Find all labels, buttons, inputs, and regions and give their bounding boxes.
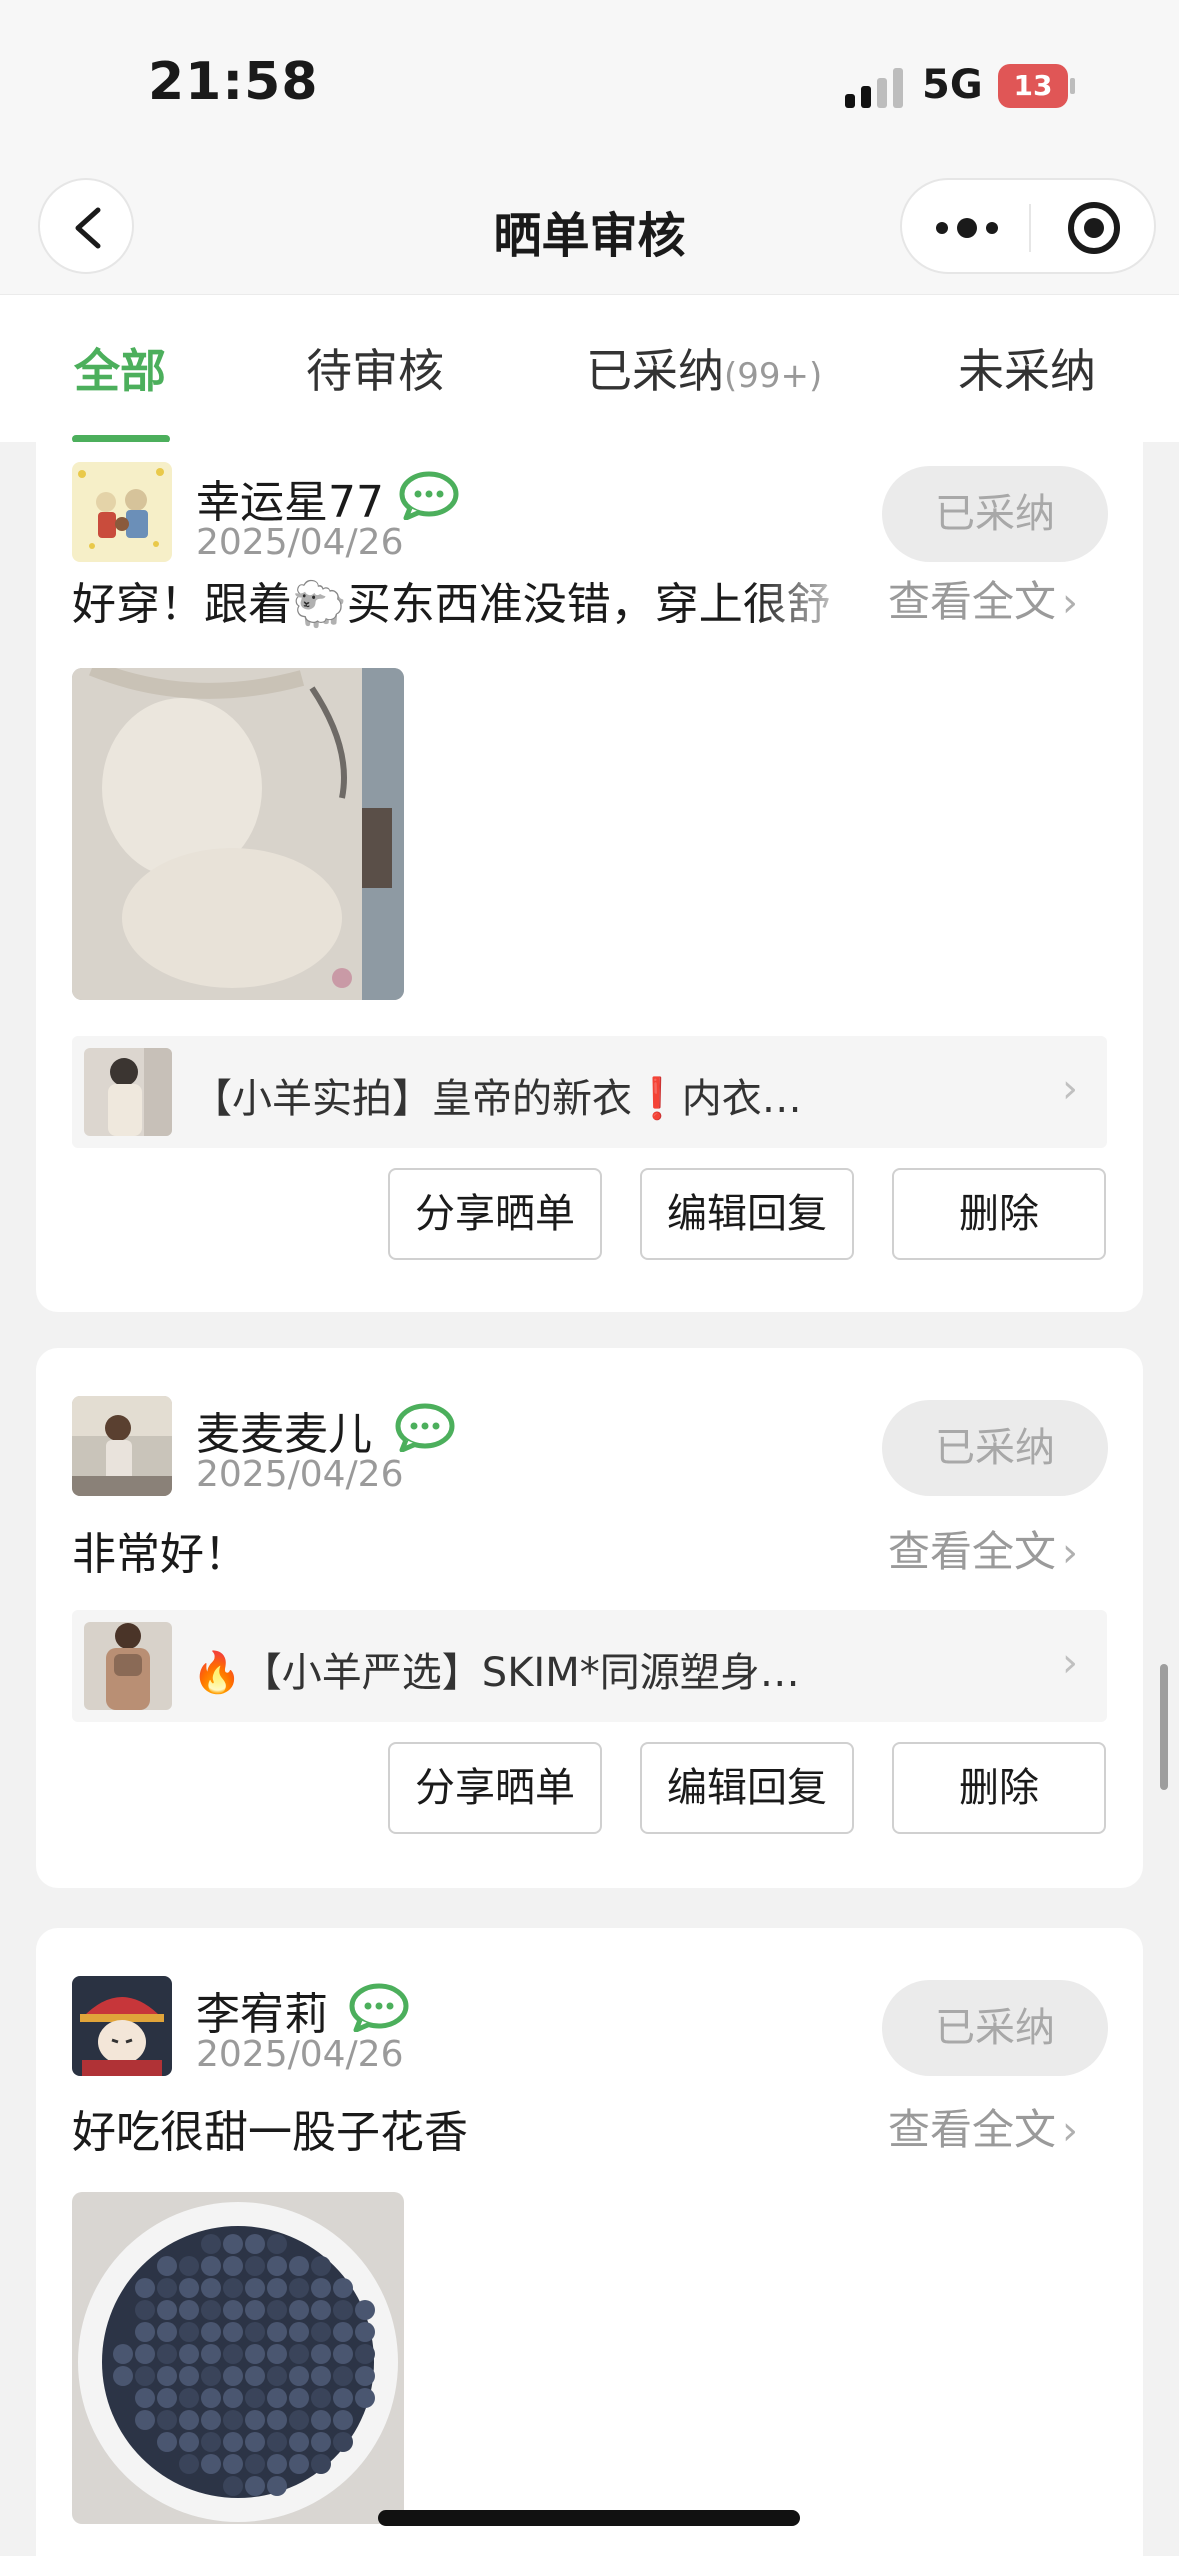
- product-title: 【小羊实拍】皇帝的新衣❗️内衣…: [192, 1076, 802, 1122]
- delete-button[interactable]: 删除: [892, 1742, 1106, 1834]
- chat-icon[interactable]: [394, 1402, 456, 1452]
- close-miniprogram-icon[interactable]: [1068, 202, 1120, 254]
- review-photo[interactable]: [72, 668, 404, 1000]
- more-icon[interactable]: [936, 218, 998, 238]
- tab-adopted-count: (99+): [724, 356, 823, 396]
- status-badge[interactable]: 已采纳: [882, 466, 1108, 562]
- miniprogram-capsule: [900, 178, 1156, 274]
- delete-button[interactable]: 删除: [892, 1168, 1106, 1260]
- screen: 21:58 5G 13 晒单审核 全部 待审核 已采纳(99+) 未采纳 幸运星…: [0, 0, 1179, 2556]
- username: 李宥莉: [196, 1989, 328, 2040]
- product-thumbnail: [84, 1622, 172, 1710]
- network-type: 5G: [922, 62, 983, 108]
- chevron-right-icon: ›: [1062, 1530, 1079, 1576]
- edit-reply-button[interactable]: 编辑回复: [640, 1742, 854, 1834]
- tab-adopted[interactable]: 已采纳(99+): [586, 335, 822, 401]
- review-card: 麦麦麦儿 2025/04/26 已采纳 非常好！ 查看全文 › 🔥【小羊严选】S…: [36, 1348, 1143, 1888]
- chevron-right-icon: ›: [1062, 1066, 1078, 1112]
- view-full-link[interactable]: 查看全文 ›: [888, 2096, 1078, 2157]
- status-bar: 21:58 5G 13: [0, 0, 1179, 168]
- username: 麦麦麦儿: [196, 1409, 372, 1460]
- avatar: [72, 462, 172, 562]
- review-photo[interactable]: [72, 2192, 404, 2524]
- edit-reply-button[interactable]: 编辑回复: [640, 1168, 854, 1260]
- status-badge[interactable]: 已采纳: [882, 1400, 1108, 1496]
- chevron-right-icon: ›: [1062, 2108, 1079, 2154]
- view-full-label: 查看全文: [888, 2105, 1057, 2154]
- view-full-link[interactable]: 查看全文 ›: [888, 568, 1078, 629]
- product-link[interactable]: 【小羊实拍】皇帝的新衣❗️内衣… ›: [72, 1036, 1107, 1148]
- review-comment: 好吃很甜一股子花香: [72, 2107, 468, 2158]
- tab-all[interactable]: 全部: [74, 335, 166, 401]
- filter-tabs: 全部 待审核 已采纳(99+) 未采纳: [0, 294, 1179, 443]
- chevron-right-icon: ›: [1062, 580, 1079, 626]
- chat-icon[interactable]: [398, 470, 460, 520]
- share-review-button[interactable]: 分享晒单: [388, 1168, 602, 1260]
- review-list: 幸运星77 2025/04/26 已采纳 好穿！跟着🐑买东西准没错，穿上很舒 查…: [0, 442, 1179, 2556]
- avatar: [72, 1976, 172, 2076]
- view-full-label: 查看全文: [888, 1527, 1057, 1576]
- product-link[interactable]: 🔥【小羊严选】SKIM*同源塑身… ›: [72, 1610, 1107, 1722]
- product-thumbnail: [84, 1048, 172, 1136]
- review-date: 2025/04/26: [196, 522, 404, 563]
- status-badge[interactable]: 已采纳: [882, 1980, 1108, 2076]
- tab-pending[interactable]: 待审核: [306, 335, 444, 401]
- scroll-indicator[interactable]: [1160, 1664, 1168, 1790]
- tab-not-adopted[interactable]: 未采纳: [958, 335, 1096, 401]
- view-full-link[interactable]: 查看全文 ›: [888, 1518, 1078, 1579]
- home-indicator: [378, 2510, 800, 2526]
- avatar: [72, 1396, 172, 1496]
- review-date: 2025/04/26: [196, 2034, 404, 2075]
- view-full-label: 查看全文: [888, 577, 1057, 626]
- nav-bar: 晒单审核: [0, 168, 1179, 294]
- username: 幸运星77: [196, 477, 384, 528]
- review-card: 幸运星77 2025/04/26 已采纳 好穿！跟着🐑买东西准没错，穿上很舒 查…: [36, 442, 1143, 1312]
- chat-icon[interactable]: [348, 1982, 410, 2032]
- battery-level: 13: [998, 64, 1068, 108]
- product-title: 🔥【小羊严选】SKIM*同源塑身…: [192, 1650, 800, 1696]
- review-date: 2025/04/26: [196, 1454, 404, 1495]
- chevron-right-icon: ›: [1062, 1640, 1078, 1686]
- share-review-button[interactable]: 分享晒单: [388, 1742, 602, 1834]
- battery-icon: 13: [998, 64, 1075, 108]
- review-card: 李宥莉 2025/04/26 已采纳 好吃很甜一股子花香 查看全文 ›: [36, 1928, 1143, 2556]
- tab-adopted-label: 已采纳: [586, 344, 724, 398]
- review-comment: 非常好！: [72, 1529, 248, 1580]
- review-comment: 好穿！跟着🐑买东西准没错，穿上很舒: [72, 579, 831, 630]
- status-time: 21:58: [148, 52, 319, 112]
- signal-icon: [845, 68, 907, 108]
